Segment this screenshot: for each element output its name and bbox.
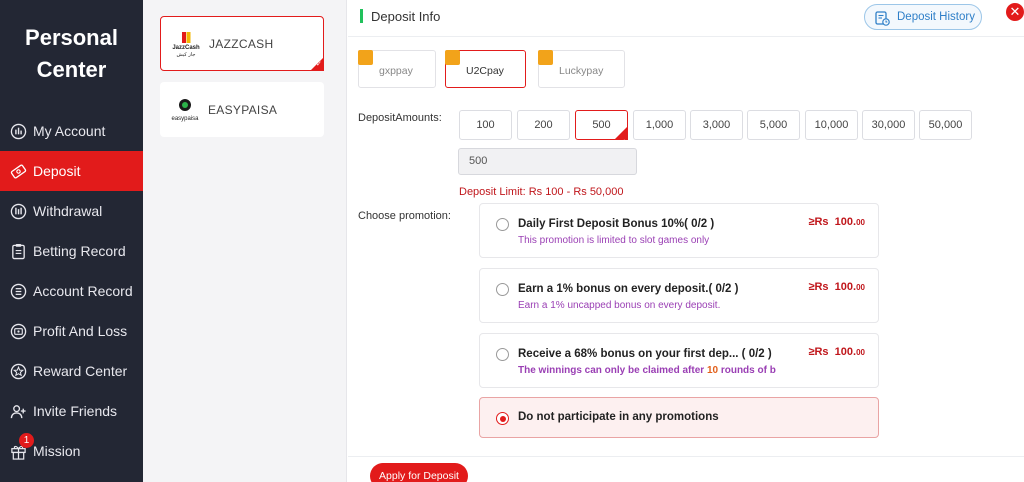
sidebar-item-label: My Account [33,123,106,139]
channel-label: U2Cpay [466,65,504,77]
sidebar-item-label: Deposit [33,163,81,179]
channel-gxppay[interactable]: gxppay [358,50,436,88]
sidebar-item-invite-friends[interactable]: Invite Friends [0,391,143,431]
sidebar-item-reward-center[interactable]: Reward Center [0,351,143,391]
sidebar-item-label: Betting Record [33,243,126,259]
promotion-radio[interactable] [496,348,509,361]
amount-option-10000[interactable]: 10,000 [805,110,858,140]
deposit-amounts-label: DepositAmounts: [358,112,442,124]
payment-method-list: JazzCash جاز کیش JAZZCASH easypaisa EASY… [143,0,347,482]
apply-for-deposit-button[interactable]: Apply for Deposit [370,463,468,482]
amount-option-30000[interactable]: 30,000 [862,110,915,140]
promotion-amount: ≥Rs 100.00 [808,281,865,293]
payment-method-name: EASYPAISA [208,102,278,117]
promotion-amount: ≥Rs 100.00 [808,346,865,358]
svg-text:جاز کیش: جاز کیش [177,52,196,58]
channel-badge-icon [538,50,553,65]
sidebar: Personal Center My Account Deposit Withd… [0,0,143,482]
sidebar-item-my-account[interactable]: My Account [0,111,143,151]
amount-option-1000[interactable]: 1,000 [633,110,686,140]
promotion-radio[interactable] [496,283,509,296]
easypaisa-logo: easypaisa [171,98,199,122]
deposit-icon [10,164,27,178]
amount-option-50000[interactable]: 50,000 [919,110,972,140]
deposit-limit-text: Deposit Limit: Rs 100 - Rs 50,000 [459,186,624,198]
channel-badge-icon [445,50,460,65]
choose-promotion-label: Choose promotion: [358,210,451,222]
sidebar-item-label: Mission [33,443,81,459]
sidebar-item-label: Withdrawal [33,203,103,219]
sidebar-item-withdrawal[interactable]: Withdrawal [0,191,143,231]
selected-check-icon [310,57,324,71]
promotion-option-first-deposit-68[interactable]: Receive a 68% bonus on your first dep...… [479,333,879,388]
amount-option-500[interactable]: 500 [575,110,628,157]
deposit-amount-input[interactable]: 500 [458,148,637,175]
sidebar-title: Personal Center [25,25,118,82]
sidebar-item-mission[interactable]: 1 Mission [0,431,143,471]
promotion-title: Daily First Deposit Bonus 10%( 0/2 ) [518,218,715,230]
deposit-panel: Deposit Info Deposit History ✕ gxppay U2… [348,0,1024,482]
sidebar-item-label: Invite Friends [33,403,118,419]
footer-divider [348,456,1024,457]
amount-option-5000[interactable]: 5,000 [747,110,800,140]
channel-label: Luckypay [559,65,604,77]
amount-option-100[interactable]: 100 [459,110,512,140]
amount-option-3000[interactable]: 3,000 [690,110,743,140]
payment-method-easypaisa[interactable]: easypaisa EASYPAISA [160,82,324,137]
channel-u2cpay[interactable]: U2Cpay [445,50,526,88]
page-title: Deposit Info [371,9,441,24]
promotion-title: Do not participate in any promotions [518,411,719,423]
payment-method-name: JAZZCASH [209,36,274,51]
list-icon [10,283,27,299]
sidebar-item-label: Profit And Loss [33,323,128,339]
promotion-title: Earn a 1% bonus on every deposit.( 0/2 ) [518,283,739,295]
mission-badge: 1 [19,433,34,448]
promotion-description: Earn a 1% uncapped bonus on every deposi… [518,300,721,311]
promotion-option-none[interactable]: Do not participate in any promotions [479,397,879,438]
deposit-history-label: Deposit History [897,11,975,23]
sidebar-item-label: Account Record [33,283,133,299]
jazzcash-logo: JazzCash جاز کیش [172,31,200,58]
promotion-description: The winnings can only be claimed after 1… [518,365,776,376]
svg-text:JazzCash: JazzCash [172,45,200,51]
history-icon [875,11,890,26]
account-icon [10,123,27,139]
withdrawal-icon [10,203,27,219]
promotion-radio[interactable] [496,412,509,425]
close-button[interactable]: ✕ [1006,3,1024,21]
channel-luckypay[interactable]: Luckypay [538,50,625,88]
sidebar-item-account-record[interactable]: Account Record [0,271,143,311]
header-divider [348,36,1024,37]
invite-friends-icon [10,404,26,418]
promotion-title: Receive a 68% bonus on your first dep...… [518,348,772,360]
promotion-amount: ≥Rs 100.00 [808,216,865,228]
promotion-option-daily-first-deposit[interactable]: Daily First Deposit Bonus 10%( 0/2 ) Thi… [479,203,879,258]
sidebar-item-label: Reward Center [33,363,128,379]
sidebar-item-profit-and-loss[interactable]: Profit And Loss [0,311,143,351]
amount-option-200[interactable]: 200 [517,110,570,140]
sidebar-item-betting-record[interactable]: Betting Record [0,231,143,271]
channel-label: gxppay [379,65,413,77]
deposit-history-button[interactable]: Deposit History [864,4,982,30]
channel-badge-icon [358,50,373,65]
promotion-radio[interactable] [496,218,509,231]
svg-text:easypaisa: easypaisa [171,116,199,122]
promotion-option-one-percent[interactable]: Earn a 1% bonus on every deposit.( 0/2 )… [479,268,879,323]
clipboard-icon [12,243,25,259]
promotion-description: This promotion is limited to slot games … [518,235,710,246]
header-accent-bar [360,9,363,23]
selected-check-icon [614,126,628,157]
reward-icon [10,363,27,379]
profit-icon [10,323,27,339]
payment-method-jazzcash[interactable]: JazzCash جاز کیش JAZZCASH [160,16,324,71]
sidebar-item-deposit[interactable]: Deposit [0,151,143,191]
